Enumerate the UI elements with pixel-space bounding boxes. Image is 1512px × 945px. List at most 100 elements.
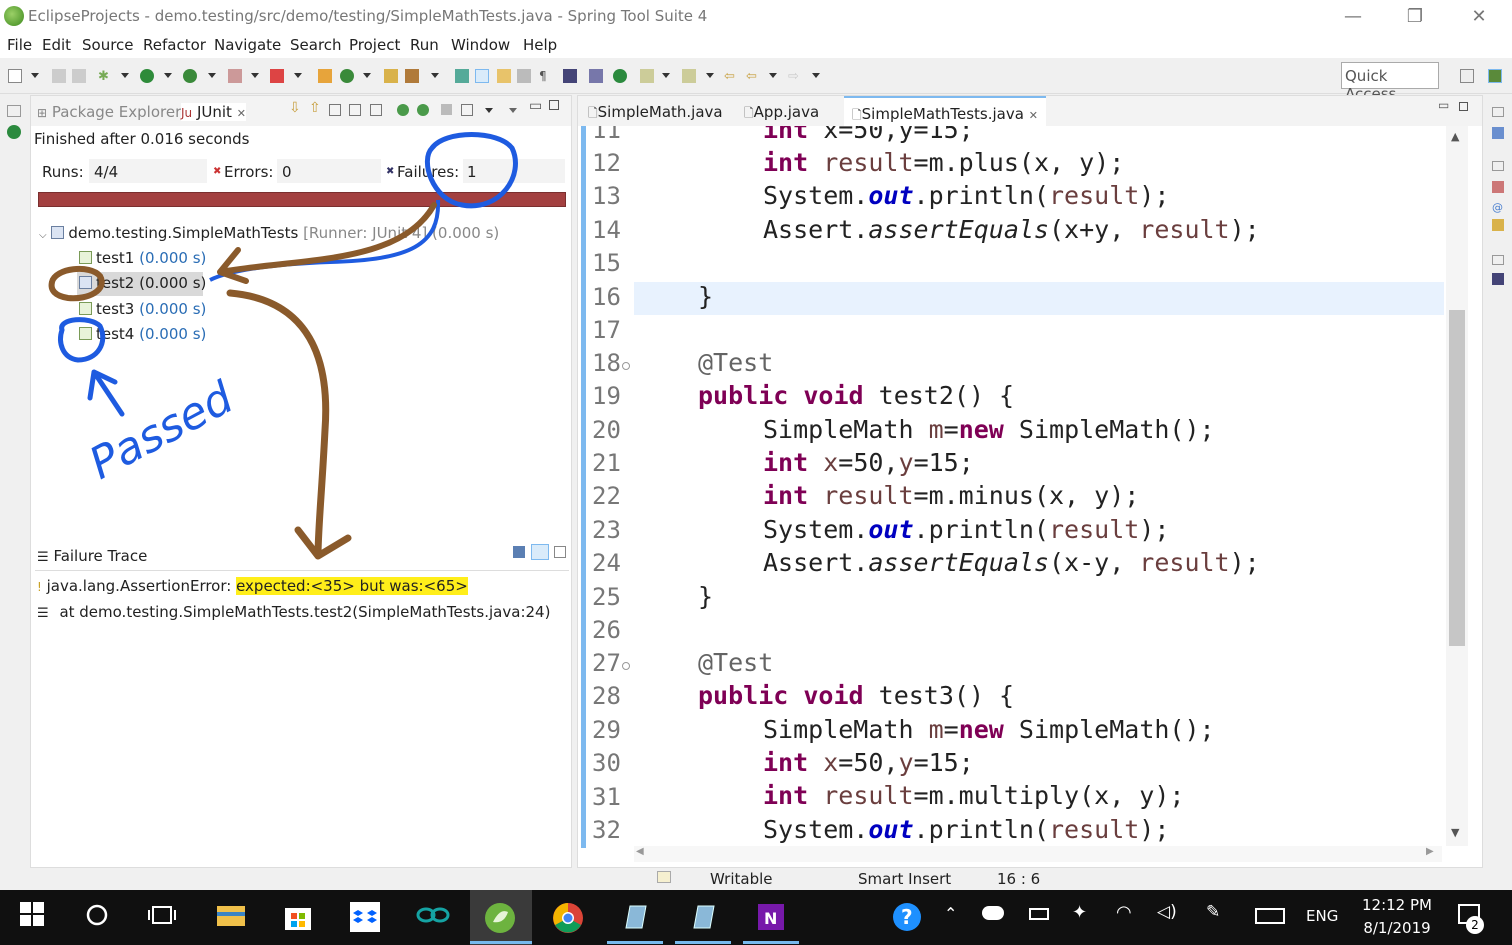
menu-refactor[interactable]: Refactor bbox=[143, 36, 206, 54]
quick-access-input[interactable]: Quick Access bbox=[1341, 62, 1439, 103]
last-edit-location-icon[interactable]: ⇦ bbox=[724, 69, 738, 84]
new-java-package-icon[interactable] bbox=[318, 69, 332, 83]
tab-app-java[interactable]: 🗋App.java bbox=[736, 96, 827, 126]
external-tools-icon[interactable] bbox=[270, 69, 284, 83]
minimize-view-icon[interactable]: ▭ bbox=[529, 98, 542, 114]
dropbox-icon[interactable] bbox=[350, 902, 380, 932]
close-button[interactable]: ✕ bbox=[1456, 4, 1502, 30]
show-skipped-icon[interactable] bbox=[370, 104, 382, 116]
menu-project[interactable]: Project bbox=[349, 36, 400, 54]
javadoc-icon[interactable]: @ bbox=[1492, 201, 1504, 214]
run-icon[interactable] bbox=[140, 69, 154, 83]
menu-run[interactable]: Run bbox=[410, 36, 439, 54]
task-view-icon[interactable] bbox=[147, 902, 177, 932]
rerun-failed-first-icon[interactable] bbox=[417, 104, 429, 116]
scrollbar-thumb[interactable] bbox=[1449, 310, 1465, 646]
close-tab-icon[interactable]: ✕ bbox=[1029, 109, 1038, 122]
console-view-icon[interactable] bbox=[1492, 273, 1504, 285]
console-icon[interactable] bbox=[563, 69, 577, 83]
maximize-view-icon[interactable] bbox=[549, 100, 559, 110]
maximize-editor-icon[interactable] bbox=[1459, 102, 1468, 111]
stop-run-icon[interactable] bbox=[441, 104, 452, 115]
windows-start-icon[interactable] bbox=[20, 902, 50, 932]
help-icon[interactable]: ? bbox=[892, 902, 922, 932]
spring-boot-icon[interactable] bbox=[613, 69, 627, 83]
coverage-dropdown-icon[interactable] bbox=[208, 73, 216, 78]
save-all-icon[interactable] bbox=[72, 69, 86, 83]
clock[interactable]: 12:12 PM 8/1/2019 bbox=[1352, 894, 1442, 940]
next-failure-icon[interactable]: ⇩ bbox=[289, 100, 301, 116]
view-menu-icon[interactable] bbox=[509, 108, 517, 113]
external-tools-dropdown-icon[interactable] bbox=[294, 73, 302, 78]
menu-search[interactable]: Search bbox=[290, 36, 342, 54]
scroll-down-icon[interactable]: ▼ bbox=[1451, 826, 1459, 839]
menu-help[interactable]: Help bbox=[523, 36, 557, 54]
search-icon[interactable] bbox=[405, 69, 419, 83]
save-icon[interactable] bbox=[52, 69, 66, 83]
search-dropdown-icon[interactable] bbox=[431, 73, 439, 78]
fold-toggle-icon[interactable] bbox=[622, 362, 630, 370]
spring-tool-suite-taskbar-icon[interactable] bbox=[484, 902, 515, 933]
filter-stack-trace-icon[interactable] bbox=[531, 544, 549, 560]
show-failures-only-icon[interactable] bbox=[329, 104, 341, 116]
wifi-icon[interactable]: ◠ bbox=[1116, 902, 1132, 923]
input-language[interactable]: ENG bbox=[1306, 907, 1338, 925]
scroll-lock-icon[interactable] bbox=[349, 104, 361, 116]
test-run-history-icon[interactable] bbox=[461, 104, 473, 116]
toggle-breadcrumb-icon[interactable] bbox=[475, 69, 489, 83]
new-java-class-icon[interactable] bbox=[340, 69, 354, 83]
boot-dashboard-icon[interactable] bbox=[7, 125, 21, 139]
java-perspective-icon[interactable] bbox=[1488, 69, 1502, 83]
volume-icon[interactable]: ◁) bbox=[1157, 902, 1177, 922]
previous-annotation-dropdown-icon[interactable] bbox=[706, 73, 714, 78]
stack-frame-line[interactable]: ☰ at demo.testing.SimpleMathTests.test2(… bbox=[37, 603, 550, 621]
tab-package-explorer[interactable]: ⊞ Package Explorer bbox=[37, 103, 181, 121]
arduino-icon[interactable] bbox=[416, 902, 450, 932]
tab-junit[interactable]: Ju JUnit ✕ bbox=[181, 103, 246, 121]
test-row-test1[interactable]: test1 (0.000 s) bbox=[79, 249, 206, 267]
scroll-right-icon[interactable]: ▶ bbox=[1426, 846, 1434, 857]
terminate-dropdown-icon[interactable] bbox=[251, 73, 259, 78]
rerun-test-icon[interactable] bbox=[397, 104, 409, 116]
menu-file[interactable]: File bbox=[7, 36, 32, 54]
back-dropdown-icon[interactable] bbox=[769, 73, 777, 78]
declaration-icon[interactable] bbox=[1492, 219, 1504, 231]
suite-row[interactable]: ⌵ demo.testing.SimpleMathTests [Runner: … bbox=[39, 224, 499, 242]
file-explorer-icon[interactable] bbox=[216, 902, 246, 932]
toggle-mark-occurrences-icon[interactable] bbox=[455, 69, 469, 83]
touch-keyboard-icon[interactable] bbox=[1255, 908, 1285, 924]
outline-icon[interactable] bbox=[1492, 127, 1504, 139]
copy-trace-icon[interactable] bbox=[554, 546, 566, 558]
vertical-scrollbar[interactable]: ▲ ▼ bbox=[1446, 126, 1468, 846]
tab-simplemath-java[interactable]: 🗋SimpleMath.java bbox=[580, 96, 731, 126]
menu-window[interactable]: Window bbox=[451, 36, 510, 54]
history-dropdown-icon[interactable] bbox=[485, 108, 493, 113]
collapse-arrow-icon[interactable]: ⌵ bbox=[39, 230, 47, 241]
toggle-block-selection-icon[interactable] bbox=[497, 69, 511, 83]
assertion-error-line[interactable]: ! java.lang.AssertionError: expected:<35… bbox=[37, 577, 468, 595]
back-icon[interactable]: ⇦ bbox=[746, 69, 760, 84]
horizontal-scrollbar[interactable]: ◀ ▶ bbox=[634, 846, 1442, 862]
fold-toggle-icon[interactable] bbox=[622, 662, 630, 670]
scroll-left-icon[interactable]: ◀ bbox=[636, 846, 644, 857]
test-row-test3[interactable]: test3 (0.000 s) bbox=[79, 300, 206, 318]
next-annotation-dropdown-icon[interactable] bbox=[662, 73, 670, 78]
show-hidden-icons-icon[interactable]: ⌃ bbox=[944, 904, 957, 923]
battery-icon[interactable] bbox=[1029, 908, 1049, 920]
forward-dropdown-icon[interactable] bbox=[812, 73, 820, 78]
tab-simplemathtests-java[interactable]: 🗋SimpleMathTests.java ✕ bbox=[844, 96, 1046, 126]
onenote-icon[interactable]: N bbox=[756, 902, 786, 932]
terminate-icon[interactable] bbox=[228, 69, 242, 83]
dropbox-tray-icon[interactable]: ✦ bbox=[1072, 902, 1087, 923]
previous-annotation-icon[interactable] bbox=[682, 69, 696, 83]
show-whitespace-icon[interactable] bbox=[517, 69, 531, 83]
open-perspective-icon[interactable] bbox=[1460, 69, 1474, 83]
compare-results-icon[interactable] bbox=[513, 546, 525, 558]
debug-dropdown-icon[interactable] bbox=[121, 73, 129, 78]
microsoft-store-icon[interactable] bbox=[283, 902, 313, 932]
notes-app-icon-2[interactable] bbox=[688, 902, 718, 932]
restore-icon[interactable] bbox=[7, 105, 21, 117]
minimize-editor-icon[interactable]: ▭ bbox=[1438, 98, 1449, 112]
pilcrow-icon[interactable]: ¶ bbox=[539, 69, 553, 83]
open-type-icon[interactable] bbox=[384, 69, 398, 83]
